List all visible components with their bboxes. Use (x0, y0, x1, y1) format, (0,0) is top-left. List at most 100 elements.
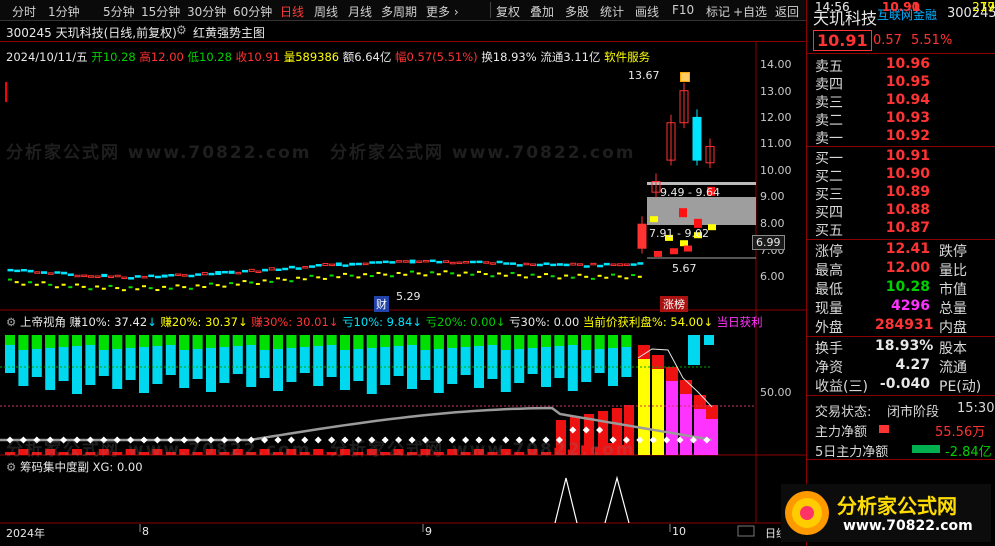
signal-block (679, 208, 687, 218)
candle (637, 223, 647, 249)
main-indicator-name[interactable]: 红黄强势主图 (193, 24, 265, 41)
limit-up-tag[interactable]: 涨榜 (660, 296, 688, 312)
main-net-label: 主力净额 (815, 425, 868, 440)
ma-dot (557, 277, 562, 280)
ma-dot (14, 281, 19, 284)
last-price: 10.91 (813, 30, 872, 51)
candle (7, 268, 14, 272)
candle (268, 267, 275, 271)
candle (87, 275, 94, 278)
signal-block (654, 250, 662, 257)
tab-more[interactable]: 更多 › (426, 3, 459, 20)
gear-icon[interactable]: ⚙ (6, 460, 16, 474)
current-price-tag: 6.99 (752, 235, 785, 250)
fuquan-button[interactable]: 复权 (496, 3, 520, 20)
candle (67, 273, 74, 276)
candle (610, 263, 617, 266)
ma-dot (584, 275, 589, 278)
volume-bar-top (474, 335, 484, 346)
ma-dot (456, 274, 461, 277)
candle (34, 271, 41, 274)
volume-bar-top (433, 335, 444, 349)
tab-monthly[interactable]: 月线 (348, 3, 372, 20)
ma-dot (570, 276, 575, 279)
back-button[interactable]: 返回 (775, 3, 799, 20)
tab-1min[interactable]: 1分钟 (48, 3, 80, 20)
ask-row[interactable]: 卖三 10.94 (815, 92, 995, 111)
ma-dot (604, 276, 609, 279)
ma-dot (289, 280, 294, 283)
tab-15min[interactable]: 15分钟 (141, 3, 180, 20)
tab-daily[interactable]: 日线 (280, 3, 304, 20)
draw-line-button[interactable]: 画线 (635, 3, 659, 20)
overlay-button[interactable]: 叠加 (530, 3, 554, 20)
ma-dot (242, 280, 247, 283)
candle (20, 268, 27, 272)
f10-button[interactable]: F10 (672, 3, 694, 17)
tab-multi-period[interactable]: 多周期 (381, 3, 417, 20)
candle (14, 269, 21, 273)
y-tick: 10.00 (760, 164, 792, 177)
candle (94, 275, 101, 278)
tab-5min[interactable]: 5分钟 (103, 3, 135, 20)
add-watchlist-button[interactable]: +自选 (733, 3, 767, 20)
mark-button[interactable]: 标记 (706, 3, 730, 20)
tab-30min[interactable]: 30分钟 (187, 3, 226, 20)
statistics-button[interactable]: 统计 (600, 3, 624, 20)
candle (168, 274, 175, 277)
x-label: 9 (425, 525, 432, 538)
ma-dot (410, 270, 414, 273)
ma-dot (423, 274, 428, 277)
stat-row: 最低 10.28 市值 (815, 279, 967, 298)
candle (476, 260, 483, 264)
ask-row[interactable]: 卖四 10.95 (815, 74, 995, 93)
sub1-header: ⚙ 上帝视角 赚10%: 37.42↓ 赚20%: 30.37↓ 赚30%: 3… (6, 315, 763, 329)
ask-row[interactable]: 卖五 10.96 (815, 56, 995, 75)
bid-row[interactable]: 买五 10.87 (815, 220, 995, 239)
ma-dot (403, 273, 408, 276)
volume-bar-top (621, 335, 632, 347)
candle (134, 275, 141, 278)
volume-bar-top (541, 335, 551, 347)
tab-60min[interactable]: 60分钟 (233, 3, 272, 20)
ma-dot (477, 270, 481, 273)
candle (436, 260, 443, 264)
ask-row[interactable]: 卖一 10.92 (815, 128, 995, 147)
gear-icon[interactable]: ⚙ (6, 315, 16, 329)
finance-tag[interactable]: 财 (374, 296, 389, 312)
candle (469, 260, 476, 264)
ma-dot (195, 284, 200, 287)
ma-dot (28, 281, 33, 284)
main5-net: -2.84亿 (945, 445, 992, 460)
ask-row[interactable]: 卖二 10.93 (815, 110, 995, 129)
candle (148, 274, 155, 278)
volume-bar-top (5, 335, 15, 345)
bid-row[interactable]: 买二 10.90 (815, 166, 995, 185)
ma-dot (631, 274, 636, 277)
ma-dot (101, 287, 106, 290)
tab-fenshi[interactable]: 分时 (12, 3, 36, 20)
volume-bar-top (72, 335, 82, 346)
settings-gear-icon[interactable]: ⚙ (176, 23, 187, 37)
profit-bar (313, 449, 324, 455)
profit-bar-top (680, 380, 692, 394)
candle (463, 261, 470, 264)
ma-dot (443, 270, 448, 273)
ma-dot (34, 283, 39, 286)
candle (355, 262, 362, 266)
ma-dot (470, 273, 475, 276)
quote-panel: 天玑科技 互联网金融 300245 10.91 0.57 5.51% 卖五 10… (781, 0, 995, 546)
ma-dot (483, 273, 488, 276)
candle (692, 116, 702, 161)
y-tick: 11.00 (760, 137, 792, 150)
tab-weekly[interactable]: 周线 (314, 3, 338, 20)
ma-dot (202, 286, 207, 289)
volume-bar-top (179, 335, 190, 350)
bid-row[interactable]: 买四 10.88 (815, 202, 995, 221)
bid-row[interactable]: 买一 10.91 (815, 148, 995, 167)
candle (577, 263, 583, 266)
candle (309, 265, 315, 268)
multi-stock-button[interactable]: 多股 (565, 3, 589, 20)
bid-row[interactable]: 买三 10.89 (815, 184, 995, 203)
ma-dot (550, 275, 555, 278)
